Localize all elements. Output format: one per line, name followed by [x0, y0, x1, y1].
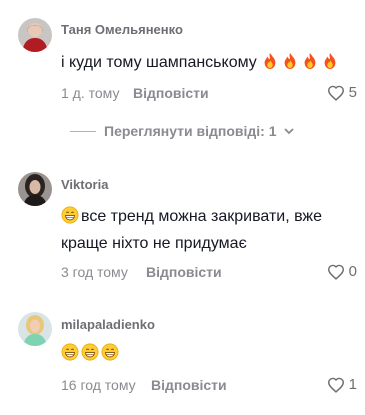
grin-emoji-group [61, 343, 121, 362]
heart-icon [327, 377, 344, 393]
fire-icon [324, 52, 336, 70]
comment-username[interactable]: milapaladienko [61, 317, 155, 332]
avatar[interactable] [18, 312, 52, 346]
comment-text-content: і куди тому шампанському [61, 54, 257, 71]
comment-timestamp: 1 д. тому [61, 85, 120, 101]
reply-button[interactable]: Відповісти [146, 264, 222, 280]
chevron-down-icon [283, 128, 294, 135]
like-button[interactable]: 1 [327, 376, 357, 393]
reply-button[interactable]: Відповісти [151, 377, 227, 393]
fire-emoji-group [261, 52, 341, 71]
comment-username[interactable]: Таня Омельяненко [61, 22, 183, 37]
grin-emoji-icon [61, 206, 79, 224]
comment-timestamp: 3 год тому [61, 264, 128, 280]
heart-icon [327, 85, 344, 101]
heart-icon [327, 264, 344, 280]
like-count: 0 [348, 263, 357, 280]
comment-username[interactable]: Viktoria [61, 177, 108, 192]
comment-text: все тренд можна закривати, вже краще ніх… [61, 203, 351, 257]
grin-emoji-icon [81, 343, 99, 361]
fire-icon [304, 52, 316, 70]
divider-line [70, 130, 96, 132]
view-replies-button[interactable]: Переглянути відповіді: 1 [70, 123, 296, 139]
comment-text-content: все тренд можна закривати, вже краще ніх… [61, 208, 323, 252]
like-count: 1 [348, 376, 357, 393]
grin-emoji-icon [101, 343, 119, 361]
fire-icon [284, 52, 296, 70]
grin-emoji-icon [61, 343, 79, 361]
like-count: 5 [348, 84, 357, 101]
avatar[interactable] [18, 172, 52, 206]
avatar[interactable] [18, 18, 52, 52]
like-button[interactable]: 5 [327, 84, 357, 101]
comment-text: і куди тому шампанському [61, 49, 351, 76]
reply-button[interactable]: Відповісти [133, 85, 209, 101]
view-replies-label: Переглянути відповіді: 1 [104, 123, 277, 139]
fire-icon [264, 52, 276, 70]
comment-timestamp: 16 год тому [61, 377, 136, 393]
like-button[interactable]: 0 [327, 263, 357, 280]
comment-text [61, 340, 351, 367]
